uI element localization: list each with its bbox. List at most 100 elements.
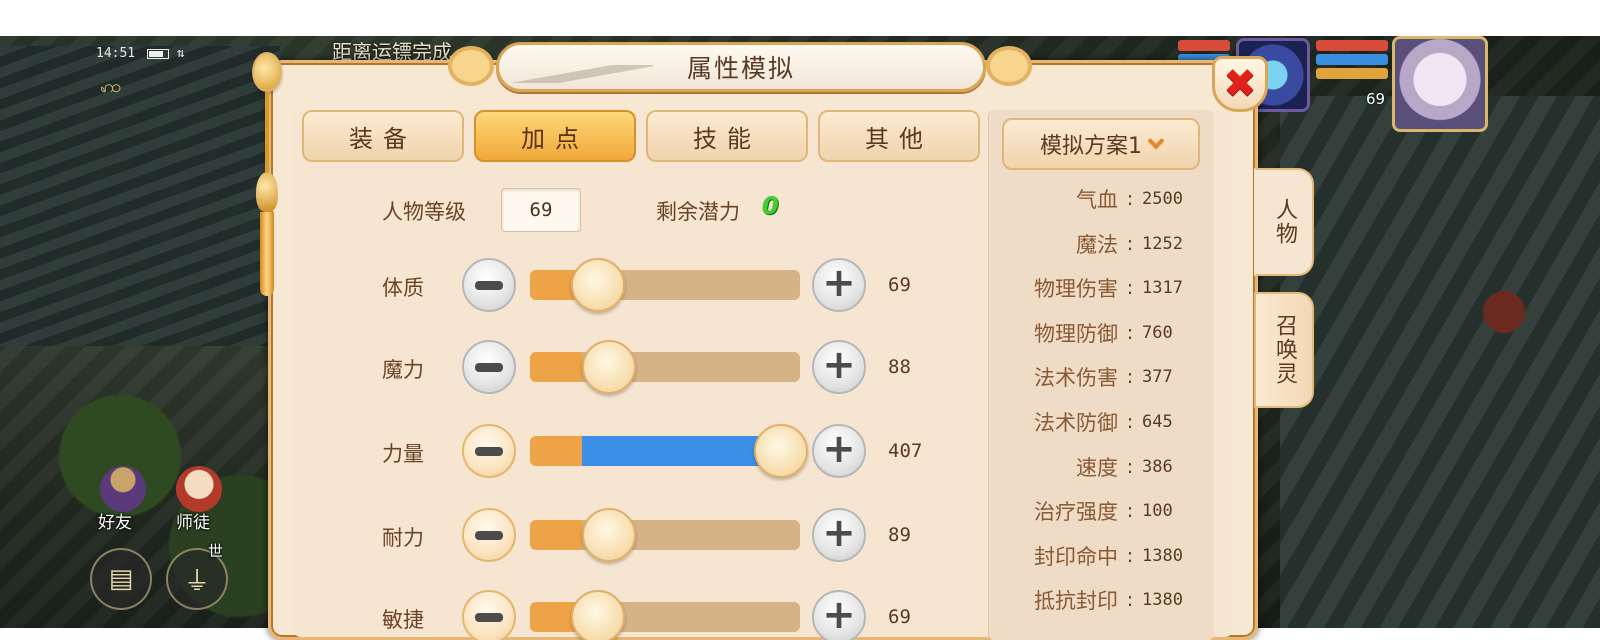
status-bar: 14:51 ⇅ <box>96 46 185 61</box>
stat-value: 645 <box>1142 412 1173 432</box>
stat-value: 1317 <box>1142 278 1183 299</box>
stat-colon: : <box>1126 500 1134 523</box>
tab-add-points[interactable]: 加点 <box>474 110 636 162</box>
tab-equipment[interactable]: 装备 <box>302 110 464 162</box>
side-tab-summon[interactable]: 召唤灵 <box>1254 292 1314 408</box>
stat-value: 377 <box>1142 367 1173 388</box>
scheme-dropdown[interactable]: 模拟方案1 <box>1002 118 1200 170</box>
character-level-input[interactable]: 69 <box>501 188 581 232</box>
tab-other[interactable]: 其他 <box>818 110 980 162</box>
attribute-slider[interactable] <box>530 590 800 640</box>
decrease-button[interactable] <box>462 424 516 478</box>
close-button[interactable]: ✖ <box>1212 56 1268 112</box>
player-portrait[interactable] <box>1392 36 1488 132</box>
player-hp-bar <box>1316 40 1388 51</box>
remaining-potential-label: 剩余潜力 <box>656 200 740 224</box>
stat-name: 抵抗封印 <box>1034 589 1118 614</box>
signal-icon: ⇅ <box>176 46 185 61</box>
decrease-button[interactable] <box>462 340 516 394</box>
tab-skills[interactable]: 技能 <box>646 110 808 162</box>
decrease-button[interactable] <box>462 258 516 312</box>
scheme-label: 模拟方案1 <box>1040 134 1142 159</box>
attribute-slider[interactable] <box>530 424 808 478</box>
attribute-label: 体质 <box>382 276 424 300</box>
attribute-slider[interactable] <box>530 340 800 394</box>
stat-value: 1252 <box>1142 233 1183 254</box>
stat-colon: : <box>1126 188 1134 210</box>
stat-name: 物理伤害 <box>1034 277 1118 302</box>
friends-avatar-icon[interactable] <box>100 466 146 512</box>
stat-row: 封印命中 : 1380 <box>994 541 1204 571</box>
battery-icon <box>146 48 169 59</box>
stat-name: 法术防御 <box>1034 411 1118 435</box>
courtyard-scenery <box>1280 96 1600 628</box>
dialog-title-plaque: 属性模拟 <box>496 42 986 92</box>
decrease-button[interactable] <box>462 590 516 640</box>
slider-handle[interactable] <box>571 590 625 640</box>
attribute-label: 力量 <box>382 442 424 466</box>
tab-label: 其他 <box>865 124 933 153</box>
slider-handle[interactable] <box>754 424 808 478</box>
slider-added-fill <box>582 436 781 466</box>
attribute-value: 69 <box>888 274 911 296</box>
scroll-ornament-left-icon <box>448 46 494 86</box>
stat-colon: : <box>1126 321 1134 344</box>
attribute-slider[interactable] <box>530 258 800 312</box>
increase-button[interactable] <box>812 424 866 478</box>
friends-label[interactable]: 好友 <box>98 508 132 533</box>
slider-handle[interactable] <box>571 258 625 312</box>
mentor-avatar-icon[interactable] <box>176 466 222 512</box>
stat-row: 法术伤害 : 377 <box>994 362 1204 392</box>
chat-bubble-icon: ▤ <box>108 564 134 594</box>
stat-row: 物理防御 : 760 <box>994 318 1204 348</box>
tassel-ornament-icon <box>252 52 282 296</box>
side-tab-character[interactable]: 人物 <box>1254 168 1314 276</box>
player-mp-bar <box>1316 54 1388 65</box>
side-tab-label: 召唤灵 <box>1272 314 1297 386</box>
close-icon: ✖ <box>1223 61 1257 107</box>
tab-label: 加点 <box>521 124 589 153</box>
slider-base-fill <box>530 352 582 382</box>
stat-colon: : <box>1126 455 1134 478</box>
stat-colon: : <box>1126 544 1134 567</box>
stat-value: 2500 <box>1142 189 1183 209</box>
increase-button[interactable] <box>812 590 866 640</box>
increase-button[interactable] <box>812 508 866 562</box>
attribute-label: 敏捷 <box>382 608 424 632</box>
increase-button[interactable] <box>812 340 866 394</box>
stat-name: 物理防御 <box>1034 321 1118 346</box>
stat-row: 治疗强度 : 100 <box>994 496 1204 526</box>
stat-colon: : <box>1126 277 1134 300</box>
stat-row: 物理伤害 : 1317 <box>994 273 1204 303</box>
attribute-value: 89 <box>888 524 911 546</box>
stat-name: 魔法 <box>1076 232 1118 257</box>
slider-handle[interactable] <box>581 340 636 394</box>
slider-handle[interactable] <box>581 508 636 562</box>
swirl-menu-icon[interactable]: ꩲ <box>100 74 121 97</box>
tab-label: 技能 <box>693 124 761 153</box>
side-tab-label: 人物 <box>1272 198 1297 246</box>
increase-button[interactable] <box>812 258 866 312</box>
world-channel-tag: 世 <box>208 542 224 560</box>
dialog-title: 属性模拟 <box>686 54 795 83</box>
decrease-button[interactable] <box>462 508 516 562</box>
player-exp-bar <box>1316 68 1388 79</box>
remaining-potential-value: 0 <box>762 192 779 220</box>
attribute-slider[interactable] <box>530 508 800 562</box>
attribute-label: 魔力 <box>382 358 424 382</box>
stat-name: 封印命中 <box>1034 544 1118 569</box>
mentor-label[interactable]: 师徒 <box>176 508 210 533</box>
chat-button[interactable]: ▤ <box>90 548 152 610</box>
stat-name: 治疗强度 <box>1034 500 1118 525</box>
stat-value: 760 <box>1142 322 1173 343</box>
stat-colon: : <box>1126 366 1134 389</box>
stat-name: 气血 <box>1076 188 1118 212</box>
tab-label: 装备 <box>349 124 417 153</box>
stat-colon: : <box>1126 232 1134 255</box>
stat-row: 法术防御 : 645 <box>994 407 1204 437</box>
character-level-label: 人物等级 <box>382 200 466 224</box>
stat-row: 抵抗封印 : 1380 <box>994 585 1204 615</box>
stat-colon: : <box>1126 411 1134 433</box>
stat-row: 速度 : 386 <box>994 452 1204 482</box>
stat-value: 1380 <box>1142 590 1183 611</box>
